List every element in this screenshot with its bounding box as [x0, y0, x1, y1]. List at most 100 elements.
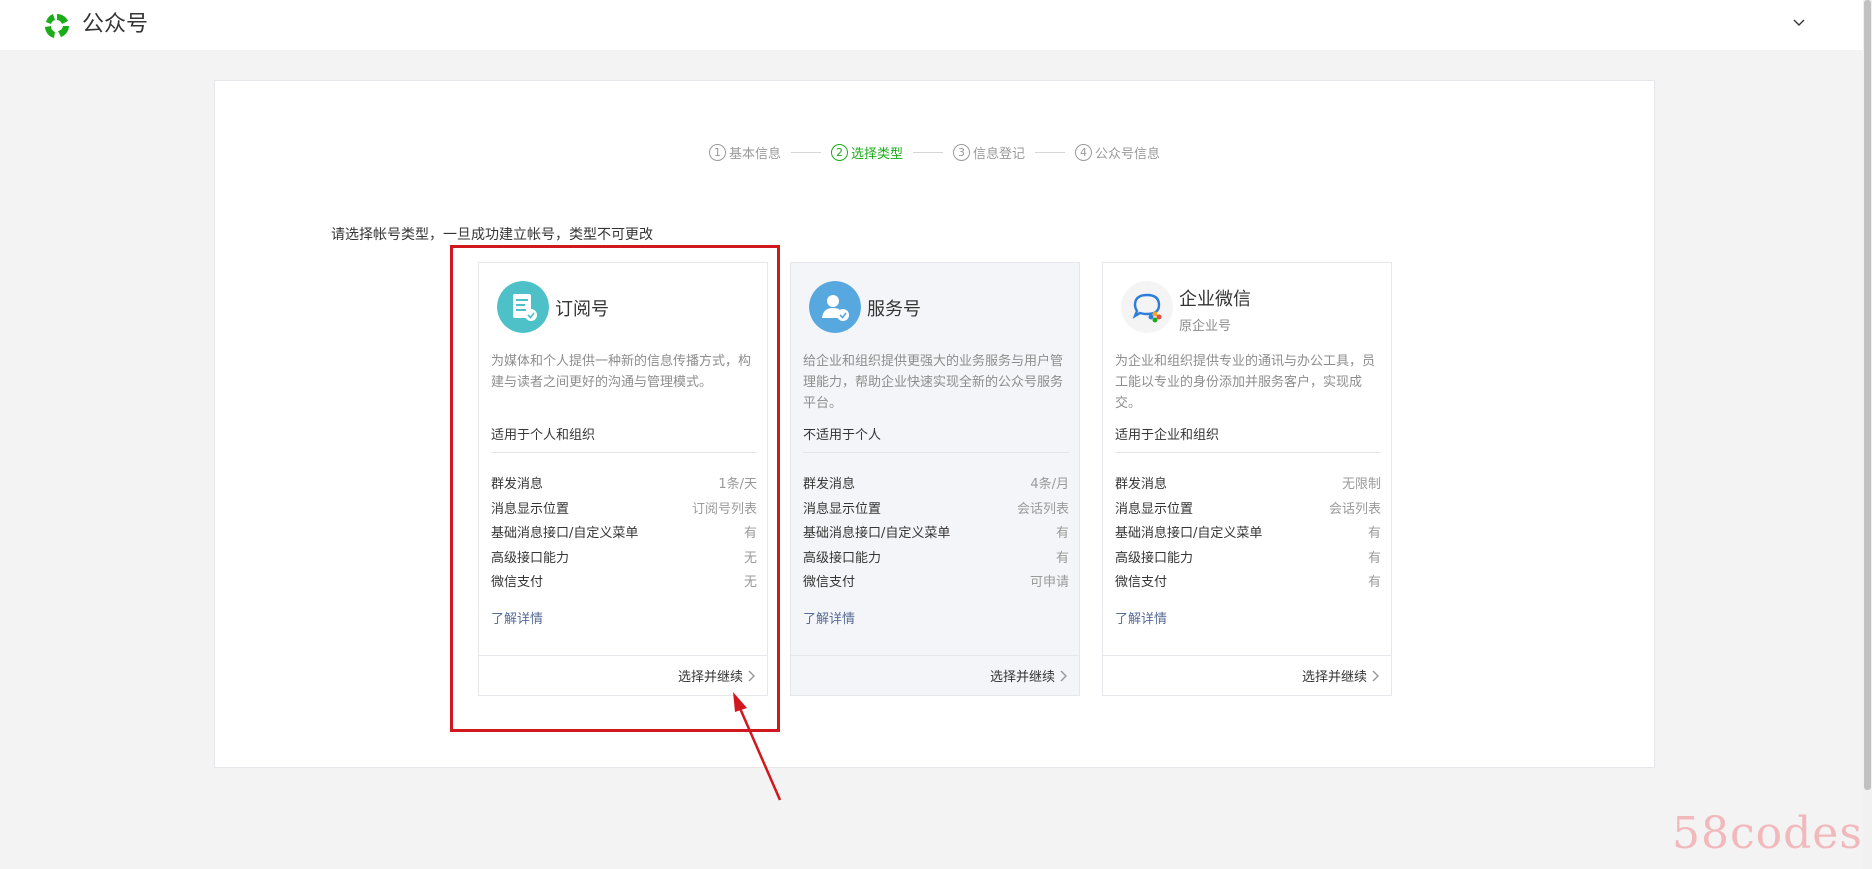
feature-value: 1条/天: [718, 477, 757, 492]
scrollbar-track[interactable]: [1863, 0, 1872, 869]
feature-value: 无限制: [1341, 477, 1381, 492]
feature-name: 微信支付: [1115, 575, 1168, 590]
step-separator: [913, 152, 943, 153]
feature-list: 群发消息 4条/月 消息显示位置 会话列表 基础消息接口/自定义菜单有 高级接口能力…: [803, 473, 1069, 596]
step-separator: [1035, 152, 1066, 153]
top-bar: 公众号: [0, 0, 1863, 50]
feature-name: 基础消息接口/自定义菜单: [803, 526, 951, 541]
feature-value: 有: [1367, 575, 1381, 590]
feature-row: 微信支付 有: [1115, 571, 1381, 596]
watermark: 58codes: [1672, 808, 1863, 859]
card-suitable: 适用于企业和组织: [1115, 424, 1381, 453]
step-label: 基本信息: [728, 147, 781, 162]
feature-row: 基础消息接口/自定义菜单 有: [491, 522, 757, 547]
feature-name: 消息显示位置: [491, 501, 570, 517]
card-service[interactable]: 服务号 给企业和组织提供更强大的业务服务与用户管理能力，帮助企业快速实现全新的公…: [790, 262, 1080, 696]
step-3: 3 信息登记: [953, 143, 1025, 162]
chevron-right-icon: [1372, 669, 1379, 682]
card-description: 给企业和组织提供更强大的业务服务与用户管理能力，帮助企业快速实现全新的公众号服务…: [803, 354, 1064, 411]
wework-chat-icon: [1121, 281, 1173, 333]
card-title: 企业微信: [1179, 289, 1251, 310]
feature-row: 高级接口能力 无: [491, 547, 757, 572]
feature-list: 群发消息 无限制 消息显示位置 会话列表 基础消息接口/自定义菜单有 高级接口能力有…: [1115, 473, 1381, 596]
feature-value: 会话列表: [1016, 501, 1069, 517]
card-description: 为媒体和个人提供一种新的信息传播方式，构建与读者之间更好的沟通与管理模式。: [491, 354, 752, 390]
step-indicator: 1 基本信息 2 选择类型 3 信息登记 4 公众号信息: [215, 143, 1654, 162]
card-description: 为企业和组织提供专业的通讯与办公工具，员工能以专业的身份添加并服务客户，实现成交…: [1115, 354, 1376, 411]
select-continue-label: 选择并继续: [989, 670, 1055, 685]
select-continue-button[interactable]: 选择并继续: [791, 655, 1079, 695]
scrollbar-thumb[interactable]: [1864, 0, 1871, 790]
step-number: 4: [1075, 144, 1093, 161]
card-title: 服务号: [867, 299, 921, 320]
select-continue-label: 选择并继续: [677, 670, 743, 685]
main-panel: 1 基本信息 2 选择类型 3 信息登记 4 公众号信息 请选择帐号类型，一旦成…: [214, 80, 1655, 768]
step-label: 信息登记: [973, 147, 1026, 162]
feature-row: 高级接口能力 有: [1115, 547, 1381, 572]
subscription-doc-icon: [497, 281, 549, 333]
feature-value: 有: [1055, 526, 1069, 541]
step-label: 选择类型: [850, 147, 903, 162]
chevron-down-icon[interactable]: [1793, 19, 1805, 27]
step-number: 2: [830, 144, 848, 161]
feature-row: 基础消息接口/自定义菜单 有: [803, 522, 1069, 547]
step-number: 3: [953, 144, 970, 161]
instruction-text: 请选择帐号类型，一旦成功建立帐号，类型不可更改: [331, 227, 653, 243]
select-continue-button[interactable]: 选择并继续: [479, 655, 767, 695]
feature-name: 消息显示位置: [1115, 501, 1194, 517]
chevron-right-icon: [748, 669, 755, 682]
feature-value: 有: [1055, 550, 1069, 566]
feature-name: 消息显示位置: [803, 501, 882, 517]
feature-value: 4条/月: [1030, 477, 1069, 492]
learn-more-link[interactable]: 了解详情: [803, 608, 855, 627]
learn-more-link[interactable]: 了解详情: [491, 608, 543, 627]
feature-row: 群发消息 4条/月: [803, 473, 1069, 498]
step-label: 公众号信息: [1095, 147, 1161, 162]
feature-value: 有: [1367, 526, 1381, 541]
step-1: 1 基本信息: [708, 143, 781, 162]
card-suitable: 不适用于个人: [803, 424, 1069, 453]
feature-name: 高级接口能力: [803, 550, 882, 566]
feature-name: 微信支付: [803, 575, 856, 590]
feature-row: 基础消息接口/自定义菜单 有: [1115, 522, 1381, 547]
feature-name: 微信支付: [491, 575, 544, 590]
card-subscription[interactable]: 订阅号 为媒体和个人提供一种新的信息传播方式，构建与读者之间更好的沟通与管理模式…: [478, 262, 768, 696]
chevron-right-icon: [1060, 669, 1067, 682]
wechat-mp-logo-icon: [45, 13, 69, 38]
feature-value: 无: [743, 575, 757, 590]
feature-name: 高级接口能力: [491, 550, 570, 566]
feature-value: 无: [743, 550, 757, 566]
select-continue-label: 选择并继续: [1301, 670, 1367, 685]
feature-value: 有: [743, 526, 757, 541]
feature-row: 消息显示位置 会话列表: [803, 498, 1069, 523]
feature-row: 微信支付 无: [491, 571, 757, 596]
service-person-icon: [809, 281, 861, 333]
feature-row: 高级接口能力 有: [803, 547, 1069, 572]
feature-value: 可申请: [1029, 575, 1069, 590]
card-wework[interactable]: 企业微信 原企业号 为企业和组织提供专业的通讯与办公工具，员工能以专业的身份添加…: [1102, 262, 1392, 696]
feature-name: 高级接口能力: [1115, 550, 1194, 566]
feature-list: 群发消息 1条/天 消息显示位置 订阅号列表 基础消息接口/自定义菜单 有 高级接口能…: [491, 473, 757, 596]
feature-value: 订阅号列表: [691, 501, 757, 517]
card-subtitle: 原企业号: [1179, 319, 1232, 334]
feature-name: 群发消息: [491, 477, 544, 492]
card-title: 订阅号: [555, 299, 609, 320]
select-continue-button[interactable]: 选择并继续: [1103, 655, 1391, 695]
step-separator: [790, 152, 821, 153]
feature-row: 消息显示位置 会话列表: [1115, 498, 1381, 523]
feature-row: 群发消息 无限制: [1115, 473, 1381, 498]
feature-name: 基础消息接口/自定义菜单: [491, 526, 639, 541]
step-number: 1: [708, 144, 726, 161]
learn-more-link[interactable]: 了解详情: [1115, 608, 1167, 627]
feature-name: 基础消息接口/自定义菜单: [1115, 526, 1263, 541]
card-suitable: 适用于个人和组织: [491, 424, 757, 453]
step-4: 4 公众号信息: [1075, 143, 1160, 162]
feature-row: 消息显示位置 订阅号列表: [491, 498, 757, 523]
feature-value: 有: [1367, 550, 1381, 566]
feature-name: 群发消息: [1115, 477, 1168, 492]
feature-row: 微信支付 可申请: [803, 571, 1069, 596]
feature-name: 群发消息: [803, 477, 856, 492]
annotation-arrow-icon: [733, 692, 782, 801]
feature-value: 会话列表: [1328, 501, 1381, 517]
feature-row: 群发消息 1条/天: [491, 473, 757, 498]
